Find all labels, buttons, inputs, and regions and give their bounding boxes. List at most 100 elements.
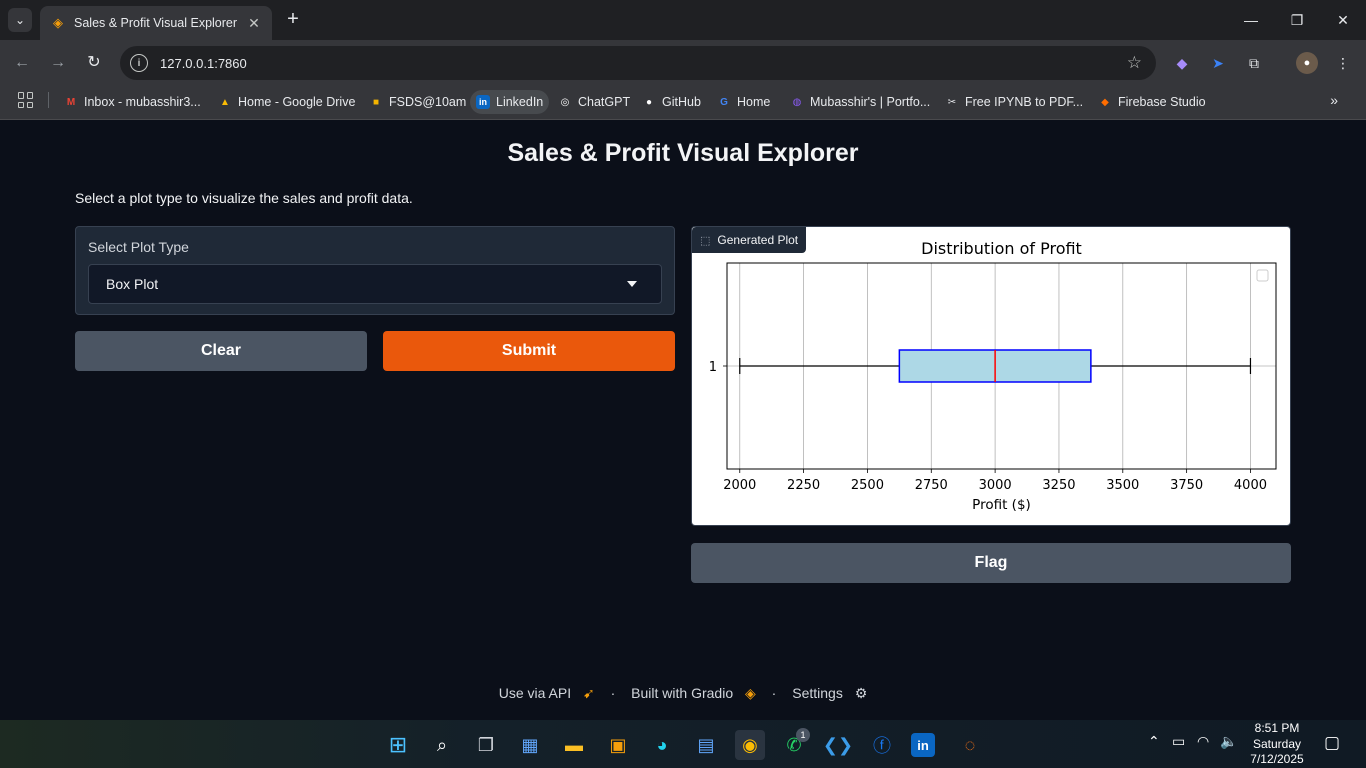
edge-icon[interactable]: ◕ bbox=[647, 730, 677, 760]
x-axis-label: Profit ($) bbox=[972, 497, 1031, 513]
notification-icon[interactable]: ▢ bbox=[1324, 733, 1340, 753]
chrome-icon[interactable]: ◉ bbox=[735, 730, 765, 760]
site-info-icon[interactable]: i bbox=[130, 54, 148, 72]
volume-icon[interactable]: 🔈 bbox=[1220, 733, 1237, 750]
bookmark-classroom[interactable]: ■ FSDS@10am bbox=[363, 90, 472, 114]
submit-button[interactable]: Submit bbox=[383, 331, 675, 371]
restore-icon[interactable]: ❐ bbox=[1283, 8, 1311, 32]
plot-type-dropdown[interactable]: Box Plot bbox=[88, 264, 662, 304]
address-bar[interactable]: i 127.0.0.1:7860 ☆ bbox=[120, 46, 1156, 80]
chatgpt-icon: ◎ bbox=[560, 96, 570, 108]
bookmark-chatgpt[interactable]: ◎ ChatGPT bbox=[552, 90, 636, 114]
bookmark-converter[interactable]: ✂ Free IPYNB to PDF... bbox=[939, 90, 1089, 114]
extension-arrow-icon[interactable]: ➤ bbox=[1207, 52, 1229, 74]
linkedin-icon: in bbox=[476, 95, 490, 109]
jupyter-icon[interactable]: ◌ bbox=[955, 730, 985, 760]
tab-search-chevron-icon[interactable]: ⌄ bbox=[8, 8, 32, 32]
converter-icon: ✂ bbox=[947, 96, 957, 108]
facebook-icon[interactable]: ⓕ bbox=[867, 730, 897, 760]
new-tab-plus-icon[interactable]: + bbox=[282, 8, 304, 30]
x-tick-label: 4000 bbox=[1234, 478, 1267, 493]
file-explorer-icon[interactable]: ▬ bbox=[559, 730, 589, 760]
bookmark-google[interactable]: G Home bbox=[711, 90, 776, 114]
bookmark-portfolio[interactable]: ◍ Mubasshir's | Portfo... bbox=[784, 90, 936, 114]
minimize-icon[interactable]: — bbox=[1237, 8, 1265, 32]
dropdown-caret-icon[interactable] bbox=[627, 281, 637, 287]
portfolio-icon: ◍ bbox=[792, 96, 802, 108]
reload-icon[interactable]: ↻ bbox=[83, 52, 105, 74]
chart-title: Distribution of Profit bbox=[921, 239, 1082, 258]
footer-separator: · bbox=[771, 685, 777, 701]
taskbar-clock[interactable]: 8:51 PM Saturday 7/12/2025 bbox=[1236, 721, 1318, 768]
apps-grid-icon[interactable] bbox=[18, 92, 34, 108]
settings-link[interactable]: Settings ⚙ bbox=[788, 685, 871, 701]
bookmark-linkedin[interactable]: in LinkedIn bbox=[470, 90, 550, 114]
bookmark-label: FSDS@10am bbox=[389, 95, 467, 109]
bookmark-label: Home - Google Drive bbox=[238, 95, 356, 109]
bookmark-star-icon[interactable]: ☆ bbox=[1127, 53, 1142, 73]
battery-icon[interactable]: ▭ bbox=[1172, 733, 1185, 750]
x-tick-label: 3500 bbox=[1106, 478, 1139, 493]
bookmark-firebase[interactable]: ◆ Firebase Studio bbox=[1092, 90, 1212, 114]
use-via-api-link[interactable]: Use via API ➹ bbox=[495, 685, 599, 701]
clear-button[interactable]: Clear bbox=[75, 331, 367, 371]
footer-separator: · bbox=[610, 685, 616, 701]
google-drive-icon: ▲ bbox=[220, 96, 230, 108]
forward-arrow-icon[interactable]: → bbox=[47, 52, 69, 74]
bookmark-label: ChatGPT bbox=[578, 95, 631, 109]
generated-plot-panel: ⬚ Generated Plot Distribution of Profit 2… bbox=[691, 226, 1291, 526]
x-tick-label: 2500 bbox=[851, 478, 884, 493]
profile-avatar[interactable]: ● bbox=[1296, 52, 1318, 74]
bookmark-google-drive[interactable]: ▲ Home - Google Drive bbox=[212, 90, 361, 114]
google-icon: G bbox=[720, 96, 728, 108]
close-window-icon[interactable]: ✕ bbox=[1329, 8, 1357, 32]
gear-icon: ⚙ bbox=[854, 685, 868, 701]
linkedin-taskbar-icon[interactable]: in bbox=[911, 733, 935, 757]
gradio-favicon-icon: ◈ bbox=[53, 15, 63, 30]
task-view-icon[interactable]: ❐ bbox=[471, 730, 501, 760]
search-icon[interactable]: ⌕ bbox=[427, 730, 457, 760]
gmail-icon: M bbox=[66, 96, 76, 108]
x-tick-label: 2250 bbox=[787, 478, 820, 493]
tab-close-icon[interactable]: ✕ bbox=[246, 15, 262, 32]
flag-button[interactable]: Flag bbox=[691, 543, 1291, 583]
bookmarks-divider bbox=[48, 92, 49, 108]
x-tick-label: 3250 bbox=[1042, 478, 1075, 493]
whatsapp-badge: 1 bbox=[796, 728, 810, 742]
built-with-gradio-link[interactable]: Built with Gradio ◈ bbox=[627, 685, 760, 701]
tab-title: Sales & Profit Visual Explorer bbox=[74, 16, 238, 30]
page-title: Sales & Profit Visual Explorer bbox=[507, 139, 859, 167]
bookmark-label: LinkedIn bbox=[496, 95, 544, 109]
classroom-icon: ■ bbox=[372, 96, 380, 108]
api-link-text: Use via API bbox=[498, 685, 572, 701]
notepad-icon[interactable]: ▤ bbox=[691, 730, 721, 760]
firebase-icon: ◆ bbox=[1101, 96, 1109, 108]
plot-label-text: Generated Plot bbox=[717, 233, 799, 247]
windows-taskbar bbox=[0, 720, 1366, 768]
page-description: Select a plot type to visualize the sale… bbox=[75, 190, 413, 206]
profit-box-plot: Distribution of Profit 2000 2250 2500 2750 30… bbox=[709, 239, 1277, 513]
browser-menu-icon[interactable]: ⋮ bbox=[1332, 52, 1354, 74]
bookmark-label: GitHub bbox=[662, 95, 701, 109]
tray-chevron-up-icon[interactable]: ⌃ bbox=[1148, 733, 1160, 750]
gradio-footer: Use via API ➹ · Built with Gradio ◈ · Se… bbox=[0, 685, 1366, 702]
x-tick-label: 3750 bbox=[1170, 478, 1203, 493]
more-bookmarks-chevron-icon[interactable]: » bbox=[1330, 92, 1338, 108]
bookmark-label: Home bbox=[737, 95, 771, 109]
extensions-puzzle-icon[interactable]: ⧉ bbox=[1243, 52, 1265, 74]
bookmark-gmail[interactable]: M Inbox - mubasshir3... bbox=[58, 90, 207, 114]
back-arrow-icon[interactable]: ← bbox=[11, 52, 33, 74]
bookmark-github[interactable]: ● GitHub bbox=[636, 90, 707, 114]
browser-tab[interactable]: ◈ Sales & Profit Visual Explorer ✕ bbox=[40, 6, 272, 40]
widgets-icon[interactable]: ▦ bbox=[515, 730, 545, 760]
microsoft-store-icon[interactable]: ▣ bbox=[603, 730, 633, 760]
vscode-icon[interactable]: ❮❯ bbox=[823, 730, 853, 760]
extension-gem-icon[interactable]: ◆ bbox=[1171, 52, 1193, 74]
wifi-icon[interactable]: ◠ bbox=[1197, 733, 1209, 750]
x-tick-label: 2000 bbox=[723, 478, 756, 493]
windows-start-icon[interactable]: ⊞ bbox=[383, 730, 413, 760]
dropdown-value: Box Plot bbox=[106, 276, 159, 292]
dropdown-label: Select Plot Type bbox=[88, 239, 189, 255]
y-tick-label: 1 bbox=[709, 360, 717, 375]
chart-icon: ⬚ bbox=[700, 234, 711, 247]
